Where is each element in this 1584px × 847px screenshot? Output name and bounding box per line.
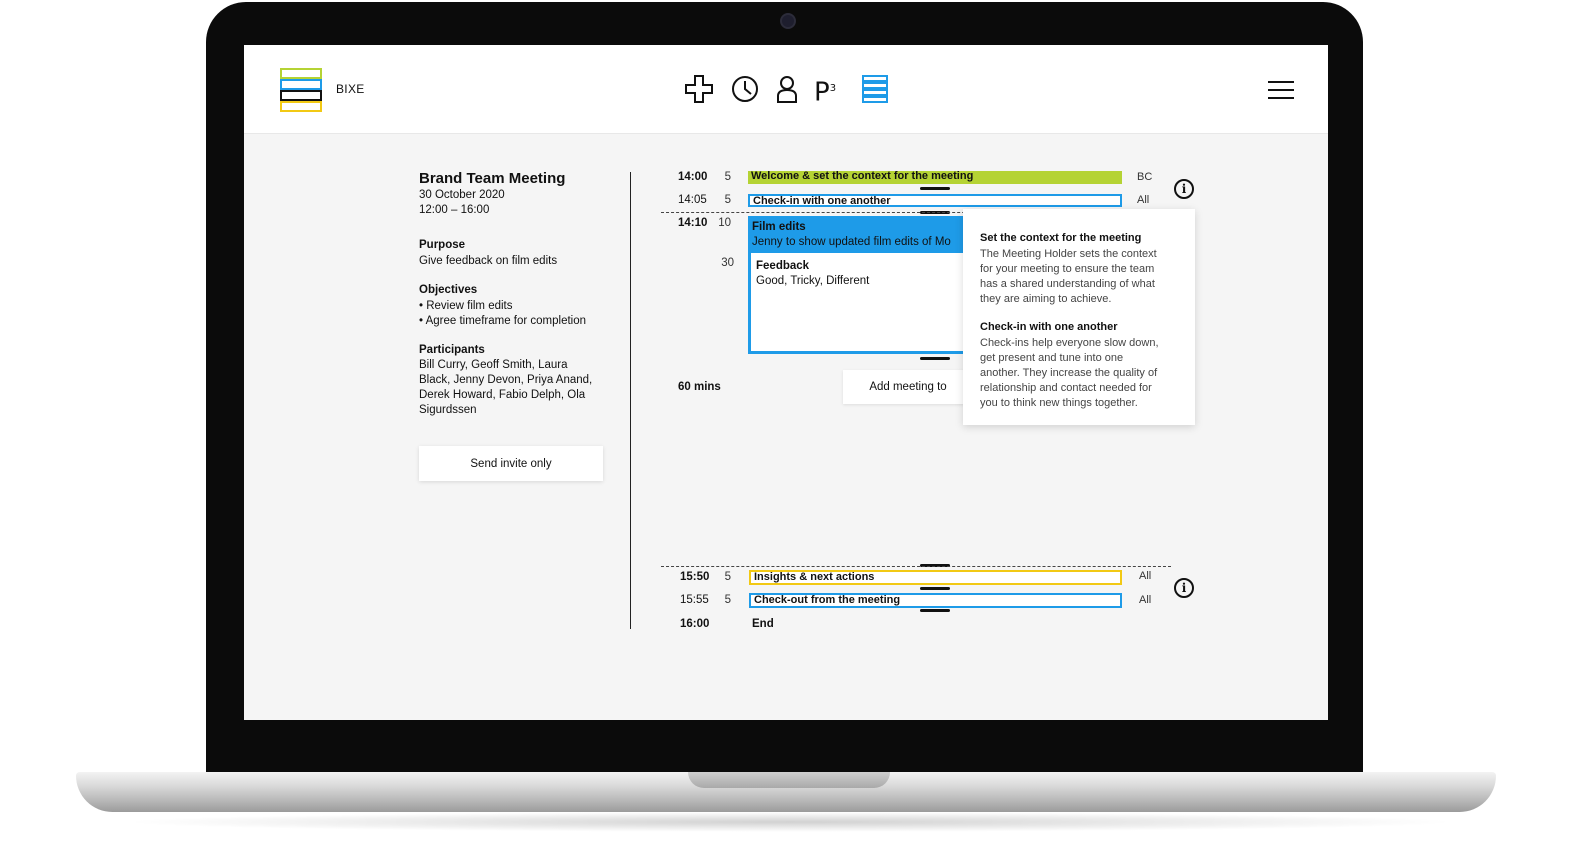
film-edits-subtitle: Jenny to show updated film edits of Mo bbox=[752, 236, 951, 248]
agenda-owner: BC bbox=[1137, 171, 1153, 183]
tooltip-line: you to think new things together. bbox=[980, 397, 1138, 409]
info-icon[interactable]: i bbox=[1174, 578, 1194, 598]
tooltip-line: relationship and contact needed for bbox=[980, 382, 1152, 394]
tooltip-line: Check-ins help everyone slow down, bbox=[980, 337, 1159, 349]
tooltip-line: for your meeting to ensure the team bbox=[980, 263, 1155, 275]
brand-name: BIXE bbox=[336, 82, 365, 96]
laptop-shadow bbox=[120, 812, 1460, 832]
agenda-duration[interactable]: 5 bbox=[711, 571, 731, 583]
tooltip-line: The Meeting Holder sets the context bbox=[980, 248, 1157, 260]
agenda-item-check-in[interactable]: Check-in with one another bbox=[748, 194, 1122, 207]
agenda-item-check-out[interactable]: Check-out from the meeting bbox=[749, 593, 1122, 608]
purpose-text: Give feedback on film edits bbox=[419, 255, 558, 267]
tooltip-heading: Check-in with one another bbox=[980, 321, 1118, 333]
top-navigation-bar: BIXE P3 bbox=[244, 45, 1328, 134]
info-icon[interactable]: i bbox=[1174, 179, 1194, 199]
add-meeting-button[interactable]: Add meeting to bbox=[843, 370, 973, 404]
hamburger-menu-icon[interactable] bbox=[1268, 81, 1294, 101]
agenda-owner: All bbox=[1139, 594, 1152, 606]
feedback-text: Good, Tricky, Different bbox=[756, 275, 870, 287]
participants-line: Bill Curry, Geoff Smith, Laura bbox=[419, 359, 568, 371]
feedback-title: Feedback bbox=[756, 260, 810, 272]
participants-line: Black, Jenny Devon, Priya Anand, bbox=[419, 374, 593, 386]
laptop-notch bbox=[688, 772, 890, 788]
tooltip-line: they are aiming to achieve. bbox=[980, 293, 1112, 305]
agenda-item-insights[interactable]: Insights & next actions bbox=[749, 570, 1122, 585]
agenda-owner: All bbox=[1139, 570, 1152, 582]
drag-handle[interactable] bbox=[920, 357, 950, 360]
p3-icon[interactable]: P3 bbox=[814, 74, 844, 108]
participants-label: Participants bbox=[419, 344, 485, 356]
drag-handle[interactable] bbox=[920, 587, 950, 590]
total-duration: 60 mins bbox=[678, 381, 721, 393]
meeting-time-range: 12:00 – 16:00 bbox=[419, 204, 490, 216]
tooltip-line: has a shared understanding of what bbox=[980, 278, 1155, 290]
film-edits-title: Film edits bbox=[752, 221, 806, 233]
feedback-duration[interactable]: 30 bbox=[714, 257, 734, 269]
webcam bbox=[780, 13, 796, 29]
purpose-label: Purpose bbox=[419, 239, 466, 251]
end-label: End bbox=[752, 618, 774, 630]
agenda-duration[interactable]: 10 bbox=[711, 217, 731, 229]
meeting-date: 30 October 2020 bbox=[419, 189, 505, 201]
objective-item: • Agree timeframe for completion bbox=[419, 315, 587, 327]
plus-icon[interactable] bbox=[684, 74, 714, 104]
participants-line: Derek Howard, Fabio Delph, Ola bbox=[419, 389, 586, 401]
meeting-title: Brand Team Meeting bbox=[419, 170, 566, 187]
dashed-separator bbox=[661, 566, 1171, 567]
tooltip-line: get present and tune into one bbox=[980, 352, 1124, 364]
info-tooltip: Set the context for the meeting The Meet… bbox=[963, 209, 1195, 425]
objective-item: • Review film edits bbox=[419, 300, 513, 312]
agenda-duration[interactable]: 5 bbox=[711, 171, 731, 183]
drag-handle[interactable] bbox=[920, 609, 950, 612]
app-screen: BIXE P3 Brand Team Meeting 30 October 20… bbox=[244, 45, 1328, 720]
agenda-duration[interactable]: 5 bbox=[711, 194, 731, 206]
agenda-owner: All bbox=[1137, 194, 1150, 206]
agenda-item-welcome[interactable]: Welcome & set the context for the meetin… bbox=[748, 171, 1122, 184]
participants-line: Sigurdssen bbox=[419, 404, 477, 416]
tooltip-line: another. They increase the quality of bbox=[980, 367, 1158, 379]
objectives-label: Objectives bbox=[419, 284, 478, 296]
person-icon[interactable] bbox=[772, 74, 802, 104]
end-time: 16:00 bbox=[680, 618, 710, 630]
send-invite-button[interactable]: Send invite only bbox=[419, 446, 603, 481]
agenda-list-icon[interactable] bbox=[860, 74, 890, 104]
drag-handle[interactable] bbox=[920, 187, 950, 190]
column-divider bbox=[630, 172, 631, 629]
bixe-logo-icon[interactable] bbox=[280, 68, 322, 112]
tooltip-heading: Set the context for the meeting bbox=[980, 232, 1142, 244]
agenda-duration[interactable]: 5 bbox=[711, 594, 731, 606]
clock-icon[interactable] bbox=[730, 74, 760, 104]
